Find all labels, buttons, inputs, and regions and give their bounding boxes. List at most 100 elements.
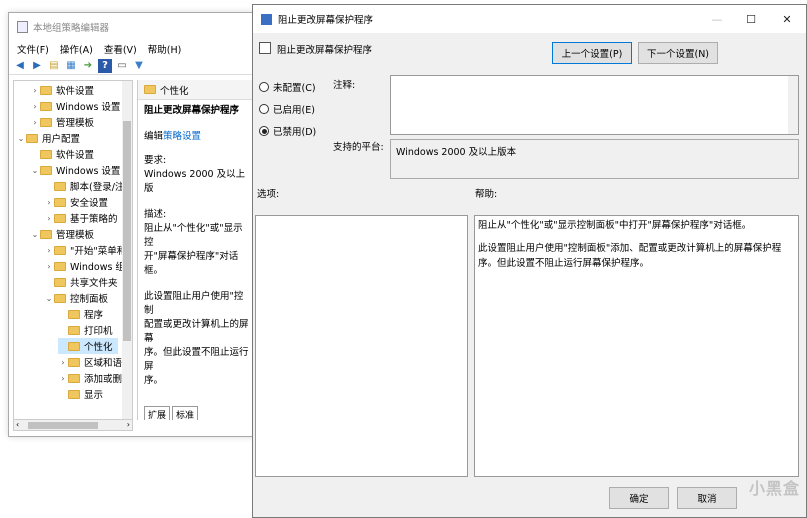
folder-icon: [40, 101, 52, 111]
tree-item[interactable]: 软件设置: [30, 146, 94, 162]
tab-extended[interactable]: 扩展: [144, 406, 171, 420]
dialog-title: 阻止更改屏幕保护程序: [278, 15, 374, 26]
maximize-button[interactable]: ☐: [735, 5, 767, 33]
options-pane[interactable]: [255, 215, 468, 477]
export-list-icon[interactable]: ➔: [81, 59, 95, 73]
menu-file[interactable]: 文件(F): [17, 42, 49, 56]
tree-item-label: 共享文件夹: [70, 278, 118, 289]
show-hide-tree-icon[interactable]: ▦: [64, 59, 78, 73]
tab-standard[interactable]: 标准: [172, 406, 199, 420]
detail-desc-line: 配置或更改计算机上的屏幕: [144, 319, 249, 344]
policy-tree[interactable]: › 软件设置 › Windows 设置 › 管理模板 ⌄ 用户配置 软件设置 ⌄ Windows 设…: [13, 80, 133, 420]
tree-item[interactable]: 个性化: [58, 338, 118, 354]
tree-item-label: 区域和语: [84, 358, 123, 369]
tree-item-label: Windows 设置: [56, 166, 121, 177]
detail-desc-line: 序。: [144, 375, 164, 386]
tree-item-label: 用户配置: [42, 134, 81, 145]
expand-chevron-icon[interactable]: ›: [58, 358, 68, 367]
tree-item-label: 安全设置: [70, 198, 109, 209]
folder-icon: [40, 149, 52, 159]
tree-item[interactable]: › 区域和语: [58, 354, 122, 370]
help-label: 帮助:: [475, 189, 498, 200]
close-button[interactable]: ✕: [771, 5, 803, 33]
expand-chevron-icon[interactable]: ⌄: [16, 134, 26, 143]
minimize-button[interactable]: —: [701, 5, 733, 33]
tree-item[interactable]: 打印机: [58, 322, 113, 338]
folder-icon: [68, 373, 80, 383]
filter-icon[interactable]: ▼: [132, 59, 146, 73]
radio-label: 已启用(E): [273, 105, 315, 116]
expand-chevron-icon[interactable]: ›: [58, 374, 68, 383]
tree-horizontal-scrollbar[interactable]: ‹ ›: [13, 419, 133, 431]
scroll-left-icon[interactable]: ‹: [16, 420, 19, 429]
radio-not-configured[interactable]: 未配置(C): [259, 80, 316, 94]
up-folder-icon[interactable]: ▤: [47, 59, 61, 73]
tree-item[interactable]: 程序: [58, 306, 103, 322]
platform-label: 支持的平台:: [333, 142, 384, 153]
tree-item[interactable]: › 安全设置: [44, 194, 108, 210]
radio-disabled[interactable]: 已禁用(D): [259, 124, 316, 138]
folder-icon: [40, 229, 52, 239]
radio-label: 已禁用(D): [273, 127, 317, 138]
tree-item[interactable]: › 基于策略的: [44, 210, 118, 226]
tree-hscroll-thumb[interactable]: [28, 422, 98, 429]
back-arrow-icon[interactable]: ◀: [13, 59, 27, 73]
gpedit-titlebar[interactable]: 本地组策略编辑器: [9, 13, 257, 41]
dialog-app-icon: [261, 13, 272, 25]
tree-vertical-scrollbar[interactable]: [122, 81, 132, 419]
expand-chevron-icon[interactable]: ›: [44, 262, 54, 271]
expand-chevron-icon[interactable]: ⌄: [30, 230, 40, 239]
next-setting-button[interactable]: 下一个设置(N): [638, 42, 718, 64]
expand-chevron-icon[interactable]: ›: [44, 214, 54, 223]
detail-desc-line: 阻止从"个性化"或"显示控: [144, 223, 243, 248]
edit-policy-link[interactable]: 策略设置: [163, 131, 201, 142]
tree-item[interactable]: › 软件设置: [30, 82, 94, 98]
expand-chevron-icon[interactable]: ⌄: [44, 294, 54, 303]
radio-dot-selected: [259, 126, 269, 136]
dialog-policy-name: 阻止更改屏幕保护程序: [277, 45, 373, 56]
tree-item[interactable]: › "开始"菜单和: [44, 242, 126, 258]
tree-item[interactable]: 共享文件夹: [44, 274, 118, 290]
tree-item[interactable]: › 管理模板: [30, 114, 94, 130]
tree-scroll-thumb[interactable]: [123, 121, 131, 341]
tree-item-label: 显示: [84, 390, 104, 401]
folder-icon: [54, 197, 66, 207]
scroll-right-icon[interactable]: ›: [127, 420, 130, 429]
expand-chevron-icon[interactable]: ›: [30, 118, 40, 127]
tree-item[interactable]: ⌄ 控制面板: [44, 290, 108, 306]
help-paragraph: 此设置阻止用户使用"控制面板"添加、配置或更改计算机上的屏幕保护程序。但此设置不…: [478, 243, 782, 269]
tree-item[interactable]: 脚本(登录/注: [44, 178, 124, 194]
tree-item[interactable]: ⌄ 管理模板: [30, 226, 94, 242]
tree-item[interactable]: ⌄ 用户配置: [16, 130, 80, 146]
detail-tabs: 扩展 标准: [144, 406, 199, 420]
tree-item[interactable]: 显示: [58, 386, 103, 402]
expand-chevron-icon[interactable]: ⌄: [30, 166, 40, 175]
expand-chevron-icon[interactable]: ›: [30, 102, 40, 111]
cancel-button[interactable]: 取消: [677, 487, 737, 509]
folder-icon: [68, 325, 80, 335]
tree-item[interactable]: › Windows 组: [44, 258, 125, 274]
forward-arrow-icon[interactable]: ▶: [30, 59, 44, 73]
tree-item[interactable]: › Windows 设置: [30, 98, 120, 114]
tree-item-label: 软件设置: [56, 86, 95, 97]
expand-chevron-icon[interactable]: ›: [30, 86, 40, 95]
comment-textarea[interactable]: [390, 75, 799, 135]
previous-setting-button[interactable]: 上一个设置(P): [552, 42, 632, 64]
detail-desc-label: 描述:: [144, 209, 167, 220]
expand-chevron-icon[interactable]: ›: [44, 246, 54, 255]
folder-icon: [54, 277, 66, 287]
help-icon[interactable]: ?: [98, 58, 112, 73]
ok-button[interactable]: 确定: [609, 487, 669, 509]
folder-icon: [40, 165, 52, 175]
radio-enabled[interactable]: 已启用(E): [259, 102, 315, 116]
comment-scrollbar[interactable]: [788, 76, 798, 134]
menu-help[interactable]: 帮助(H): [148, 42, 182, 56]
expand-chevron-icon[interactable]: ›: [44, 198, 54, 207]
detail-req-value: Windows 2000 及以上版: [144, 169, 246, 194]
properties-icon[interactable]: ▭: [115, 59, 129, 73]
menu-view[interactable]: 查看(V): [104, 42, 137, 56]
tree-item[interactable]: › 添加或删: [58, 370, 122, 386]
help-pane[interactable]: 阻止从"个性化"或"显示控制面板"中打开"屏幕保护程序"对话框。 此设置阻止用户…: [474, 215, 799, 477]
tree-item[interactable]: ⌄ Windows 设置: [30, 162, 120, 178]
menu-action[interactable]: 操作(A): [60, 42, 93, 56]
